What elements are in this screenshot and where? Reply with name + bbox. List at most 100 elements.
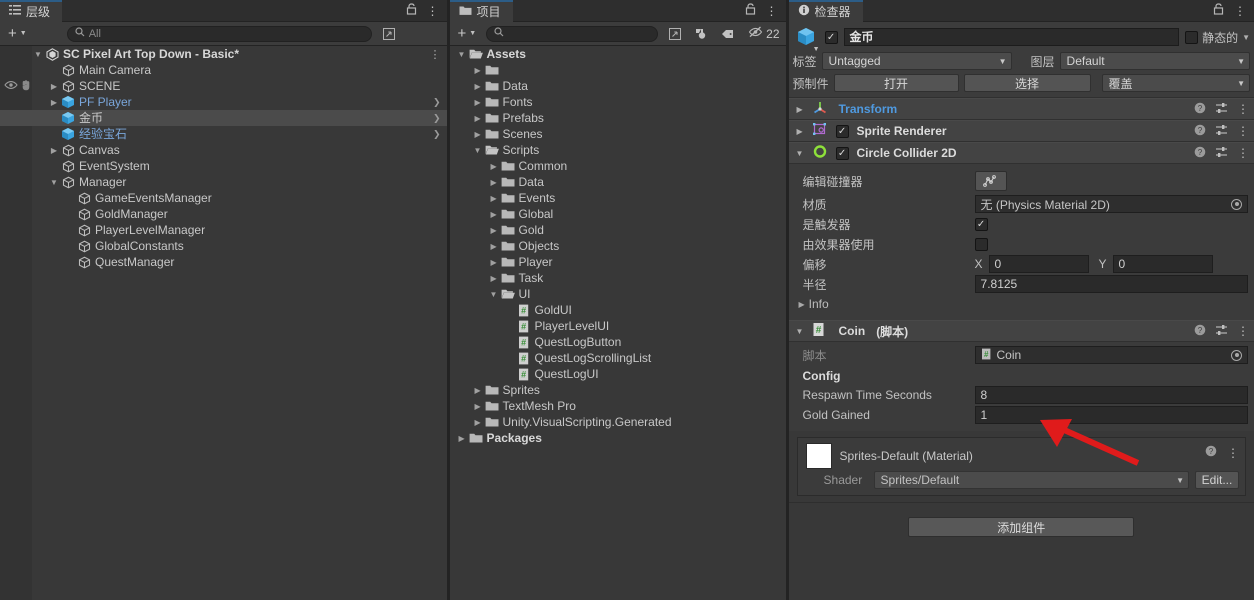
component-header-transform[interactable]: ▶ Transform ? ⋮ (788, 98, 1254, 120)
chevron-down-icon[interactable]: ▼ (793, 327, 807, 336)
static-checkbox[interactable]: ✓ (1185, 30, 1199, 44)
lock-icon[interactable] (745, 3, 756, 18)
chevron-right-icon[interactable]: ▶ (48, 142, 60, 158)
preset-icon[interactable] (1215, 324, 1228, 339)
object-picker-icon[interactable] (1231, 349, 1242, 361)
object-enabled-checkbox[interactable]: ✓ (824, 30, 838, 44)
chevron-right-icon[interactable]: ▶ (793, 127, 807, 136)
chevron-right-icon[interactable]: ▶ (472, 126, 484, 142)
is-trigger-checkbox[interactable]: ✓ (974, 217, 988, 231)
chevron-down-icon[interactable]: ▼ (48, 174, 60, 190)
eye-icon[interactable] (4, 79, 18, 93)
project-item-ui[interactable]: ▼ UI (450, 286, 786, 302)
hierarchy-item-scene-root[interactable]: ▼ SC Pixel Art Top Down - Basic* ⋮ (0, 46, 447, 62)
chevron-right-icon[interactable]: ▶ (488, 190, 500, 206)
help-icon[interactable]: ? (1194, 324, 1206, 339)
shader-edit-button[interactable]: Edit... (1195, 471, 1239, 489)
tab-inspector[interactable]: 检查器 (788, 0, 863, 22)
chevron-down-icon[interactable]: ▼ (813, 46, 820, 53)
chevron-down-icon[interactable]: ▼ (456, 46, 468, 62)
lock-icon[interactable] (1213, 3, 1224, 18)
hierarchy-item-canvas[interactable]: ▶ Canvas (0, 142, 447, 158)
project-item-unityvisualscripting[interactable]: ▶ Unity.VisualScripting.Generated (450, 414, 786, 430)
radius-input[interactable]: 7.8125 (974, 275, 1248, 293)
hierarchy-item-pf-player[interactable]: ▶ PF Player ❯ (0, 94, 447, 110)
add-component-button[interactable]: 添加组件 (908, 517, 1135, 537)
chevron-right-icon[interactable]: ▶ (472, 414, 484, 430)
project-item-data[interactable]: ▶ Data (450, 78, 786, 94)
collider-info-foldout[interactable]: ▶ Info (789, 294, 1254, 314)
project-item-playerlevelui[interactable]: # PlayerLevelUI (450, 318, 786, 334)
chevron-right-icon[interactable]: ▶ (472, 382, 484, 398)
chevron-right-icon[interactable]: ▶ (472, 78, 484, 94)
component-header-coin[interactable]: ▼ # Coin (脚本) ? ⋮ (788, 320, 1254, 342)
project-expand-button[interactable] (664, 25, 685, 43)
preset-icon[interactable] (1215, 124, 1228, 139)
project-item-player[interactable]: ▶ Player (450, 254, 786, 270)
chevron-right-icon[interactable]: ▶ (488, 222, 500, 238)
chevron-right-icon[interactable]: ▶ (488, 254, 500, 270)
lock-icon[interactable] (406, 3, 417, 18)
object-picker-icon[interactable] (1231, 198, 1242, 210)
project-item-packages[interactable]: ▶ Packages (450, 430, 786, 446)
hierarchy-expand-button[interactable] (378, 25, 400, 43)
tab-hierarchy[interactable]: 层级 (0, 0, 63, 22)
layer-dropdown[interactable]: Default ▼ (1059, 52, 1250, 70)
chevron-right-icon[interactable]: ▶ (488, 238, 500, 254)
prefab-select-button[interactable]: 选择 (963, 74, 1091, 92)
open-prefab-chevron-icon[interactable]: ❯ (433, 97, 441, 108)
project-item-common[interactable]: ▶ Common (450, 158, 786, 174)
component-menu-kebab[interactable]: ⋮ (1237, 103, 1249, 115)
help-icon[interactable]: ? (1194, 124, 1206, 139)
hierarchy-item-scene[interactable]: ▶ SCENE (0, 78, 447, 94)
component-menu-kebab[interactable]: ⋮ (1237, 125, 1249, 137)
project-item-unnamed[interactable]: ▶ (450, 62, 786, 78)
used-by-effector-checkbox[interactable]: ✓ (974, 237, 988, 251)
chevron-down-icon[interactable]: ▼ (488, 286, 500, 302)
hierarchy-item-playerlevelmanager[interactable]: PlayerLevelManager (0, 222, 447, 238)
chevron-right-icon[interactable]: ▶ (472, 110, 484, 126)
coin-script-field[interactable]: # Coin (974, 346, 1248, 364)
help-icon[interactable]: ? (1205, 445, 1217, 460)
project-search-text[interactable] (508, 27, 651, 40)
chevron-right-icon[interactable]: ▶ (488, 206, 500, 222)
project-hidden-count[interactable]: 22 (744, 25, 781, 43)
scene-menu-kebab[interactable]: ⋮ (430, 48, 441, 61)
project-search-input[interactable] (486, 25, 659, 42)
respawn-time-input[interactable]: 8 (974, 386, 1248, 404)
tab-project[interactable]: 项目 (449, 0, 513, 22)
project-item-objects[interactable]: ▶ Objects (450, 238, 786, 254)
project-add-button[interactable]: + ▼ (454, 25, 481, 43)
project-filter-type-button[interactable] (691, 25, 712, 43)
prefab-overrides-dropdown[interactable]: 覆盖 ▼ (1101, 74, 1250, 92)
project-item-questlogui[interactable]: # QuestLogUI (450, 366, 786, 382)
project-item-questlogscrollinglist[interactable]: # QuestLogScrollingList (450, 350, 786, 366)
project-item-events[interactable]: ▶ Events (450, 190, 786, 206)
prefab-open-button[interactable]: 打开 (833, 74, 959, 92)
open-prefab-chevron-icon[interactable]: ❯ (433, 129, 441, 140)
project-item-sdata[interactable]: ▶ Data (450, 174, 786, 190)
project-item-assets[interactable]: ▼ Assets (450, 46, 786, 62)
tag-dropdown[interactable]: Untagged ▼ (821, 52, 1012, 70)
chevron-right-icon[interactable]: ▶ (472, 94, 484, 110)
chevron-right-icon[interactable]: ▶ (488, 174, 500, 190)
shader-dropdown[interactable]: Sprites/Default ▼ (873, 471, 1189, 489)
open-prefab-chevron-icon[interactable]: ❯ (433, 113, 441, 124)
collider-material-field[interactable]: 无 (Physics Material 2D) (974, 195, 1248, 213)
preset-icon[interactable] (1215, 146, 1228, 161)
project-item-textmeshpro[interactable]: ▶ TextMesh Pro (450, 398, 786, 414)
chevron-right-icon[interactable]: ▶ (793, 105, 807, 114)
chevron-right-icon[interactable]: ▶ (48, 78, 60, 94)
project-item-scenes[interactable]: ▶ Scenes (450, 126, 786, 142)
component-header-circle-collider-2d[interactable]: ▼ ✓ Circle Collider 2D ? ⋮ (788, 142, 1254, 164)
hierarchy-tree[interactable]: ▼ SC Pixel Art Top Down - Basic* ⋮ Main Cam… (0, 46, 447, 600)
project-item-gold[interactable]: ▶ Gold (450, 222, 786, 238)
preset-icon[interactable] (1215, 102, 1228, 117)
circle-collider-enabled-checkbox[interactable]: ✓ (835, 146, 849, 160)
hierarchy-options-kebab[interactable]: ⋮ (427, 5, 439, 17)
hierarchy-search-text[interactable] (88, 27, 364, 40)
hierarchy-search-input[interactable] (66, 25, 372, 42)
hierarchy-item-eventsystem[interactable]: EventSystem (0, 158, 447, 174)
chevron-right-icon[interactable]: ▶ (48, 94, 60, 110)
hierarchy-item-manager[interactable]: ▼ Manager (0, 174, 447, 190)
